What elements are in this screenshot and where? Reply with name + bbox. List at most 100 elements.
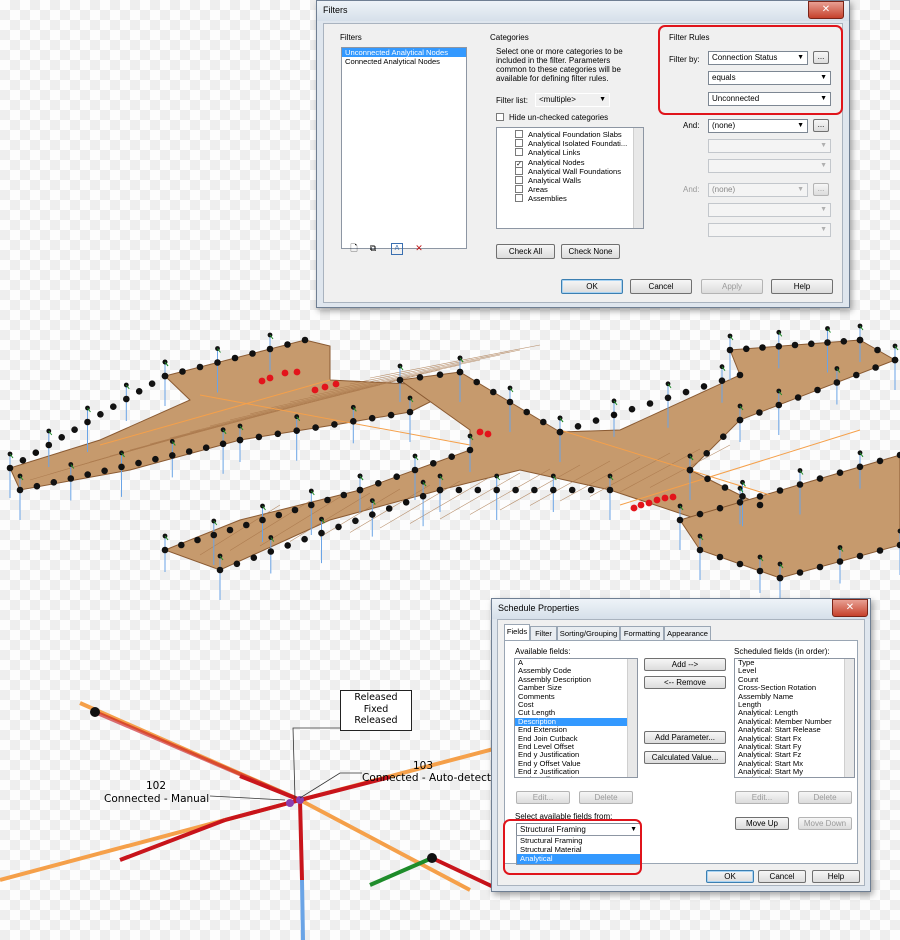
analytical-node — [161, 546, 169, 554]
category-item[interactable]: Analytical Links — [497, 148, 643, 157]
category-item[interactable]: Analytical Foundation Slabs — [497, 130, 643, 139]
analytical-node — [716, 504, 724, 512]
calculated-value-button[interactable]: Calculated Value... — [644, 751, 726, 764]
analytical-node — [696, 510, 704, 518]
analytical-node — [396, 376, 404, 384]
analytical-node — [301, 336, 309, 344]
analytical-node — [161, 372, 169, 380]
duplicate-icon[interactable]: ⧉ — [368, 243, 378, 253]
analytical-node — [45, 441, 53, 449]
analytical-node — [419, 492, 427, 500]
available-field-item[interactable]: End z Offset Value — [515, 776, 637, 777]
unconnected-node — [281, 369, 289, 377]
category-label: Analytical Links — [528, 148, 581, 158]
delete-icon[interactable]: ✕ — [414, 243, 424, 253]
move-up-button[interactable]: Move Up — [735, 817, 789, 830]
hide-unchecked-label: Hide un-checked categories — [509, 113, 609, 122]
checkbox-icon[interactable] — [515, 194, 523, 203]
cancel-button[interactable]: Cancel — [630, 279, 692, 294]
analytical-node — [148, 380, 156, 388]
callout-line: Fixed — [363, 703, 389, 715]
analytical-node — [606, 486, 614, 494]
tab-filter[interactable]: Filter — [530, 626, 557, 640]
checkbox-icon[interactable] — [515, 148, 523, 157]
add-parameter-button[interactable]: Add Parameter... — [644, 731, 726, 744]
scrollbar[interactable] — [844, 659, 854, 777]
categories-tree[interactable]: Analytical Foundation Slabs Analytical Is… — [496, 127, 644, 229]
analytical-node — [682, 388, 690, 396]
analytical-node — [219, 440, 227, 448]
analytical-node — [274, 430, 282, 438]
rename-icon[interactable]: A — [391, 243, 403, 255]
check-all-button[interactable]: Check All — [496, 244, 555, 259]
help-button[interactable]: Help — [771, 279, 833, 294]
filter-item[interactable]: Connected Analytical Nodes — [342, 57, 466, 66]
category-label: Areas — [528, 185, 548, 195]
categories-help: Select one or more categories to be — [496, 47, 623, 56]
analytical-node — [308, 501, 315, 509]
filter-list-select[interactable]: <multiple> ▼ — [535, 93, 610, 107]
category-item[interactable]: Analytical Wall Foundations — [497, 166, 643, 176]
analytical-node — [814, 386, 821, 394]
filters-label: Filters — [340, 33, 362, 42]
analytical-node — [196, 363, 204, 371]
tab-appearance[interactable]: Appearance — [664, 626, 711, 640]
cancel-button[interactable]: Cancel — [758, 870, 806, 883]
analytical-node — [249, 350, 256, 357]
ok-button[interactable]: OK — [561, 279, 623, 294]
analytical-node — [231, 354, 239, 362]
and-options-button[interactable]: ... — [813, 119, 829, 132]
category-item[interactable]: Analytical Walls — [497, 175, 643, 185]
analytical-node — [416, 374, 424, 381]
and2-select: (none) ▼ — [708, 183, 808, 197]
checkbox-icon[interactable] — [515, 185, 523, 194]
category-label: Assemblies — [528, 194, 567, 204]
category-item[interactable]: ✓ Analytical Nodes — [497, 157, 643, 169]
add-field-button[interactable]: Add --> — [644, 658, 726, 671]
filter-item[interactable]: Unconnected Analytical Nodes — [342, 48, 466, 58]
category-label: Analytical Wall Foundations — [528, 166, 621, 176]
scrollbar[interactable] — [633, 128, 643, 228]
category-item[interactable]: Assemblies — [497, 194, 643, 203]
hide-unchecked-checkbox[interactable]: Hide un-checked categories — [496, 113, 608, 122]
schedule-title: Schedule Properties — [498, 603, 580, 613]
filters-list[interactable]: Unconnected Analytical Nodes Connected A… — [341, 47, 467, 249]
checkbox-icon[interactable] — [515, 130, 523, 138]
and-select[interactable]: (none) ▼ — [708, 119, 808, 133]
analytical-node — [226, 526, 234, 534]
category-label: Analytical Walls — [528, 175, 581, 185]
analytical-node — [856, 463, 864, 471]
filter-list-value: <multiple> — [539, 95, 576, 104]
help-button[interactable]: Help — [812, 870, 860, 883]
analytical-node — [726, 346, 734, 354]
remove-field-button[interactable]: <-- Remove — [644, 676, 726, 689]
category-label: Analytical Nodes — [528, 157, 585, 167]
check-none-button[interactable]: Check None — [561, 244, 620, 259]
available-fields-label: Available fields: — [515, 647, 571, 656]
tab-sorting-grouping[interactable]: Sorting/Grouping — [557, 626, 620, 640]
available-fields-list[interactable]: A Assembly Code Assembly Description Camber… — [514, 658, 638, 778]
category-item[interactable]: Analytical Isolated Foundati... — [497, 139, 643, 148]
edit-scheduled-button: Edit... — [735, 791, 789, 804]
ok-button[interactable]: OK — [706, 870, 754, 883]
analytical-node — [610, 411, 618, 419]
close-button[interactable]: ✕ — [808, 1, 844, 19]
tab-formatting[interactable]: Formatting — [620, 626, 664, 640]
scheduled-fields-list[interactable]: Type Level Count Cross-Section Rotation Asse… — [734, 658, 855, 778]
scheduled-field-item[interactable]: Analytical: Start Mz — [735, 776, 854, 777]
checkbox-icon[interactable] — [515, 166, 523, 175]
unconnected-node — [484, 430, 492, 438]
tab-fields[interactable]: Fields — [504, 624, 530, 640]
and-label: And: — [683, 121, 700, 130]
analytical-node — [456, 368, 464, 376]
new-filter-icon[interactable]: 🗋 — [349, 243, 359, 253]
checkbox-icon[interactable] — [515, 139, 523, 148]
unconnected-node — [669, 493, 677, 501]
scrollbar[interactable] — [627, 659, 637, 777]
analytical-node — [490, 388, 497, 396]
analytical-node — [135, 459, 142, 467]
checkbox-icon[interactable] — [515, 175, 523, 184]
analytical-node — [169, 452, 176, 459]
close-button[interactable]: ✕ — [832, 599, 868, 617]
category-item[interactable]: Areas — [497, 185, 643, 194]
